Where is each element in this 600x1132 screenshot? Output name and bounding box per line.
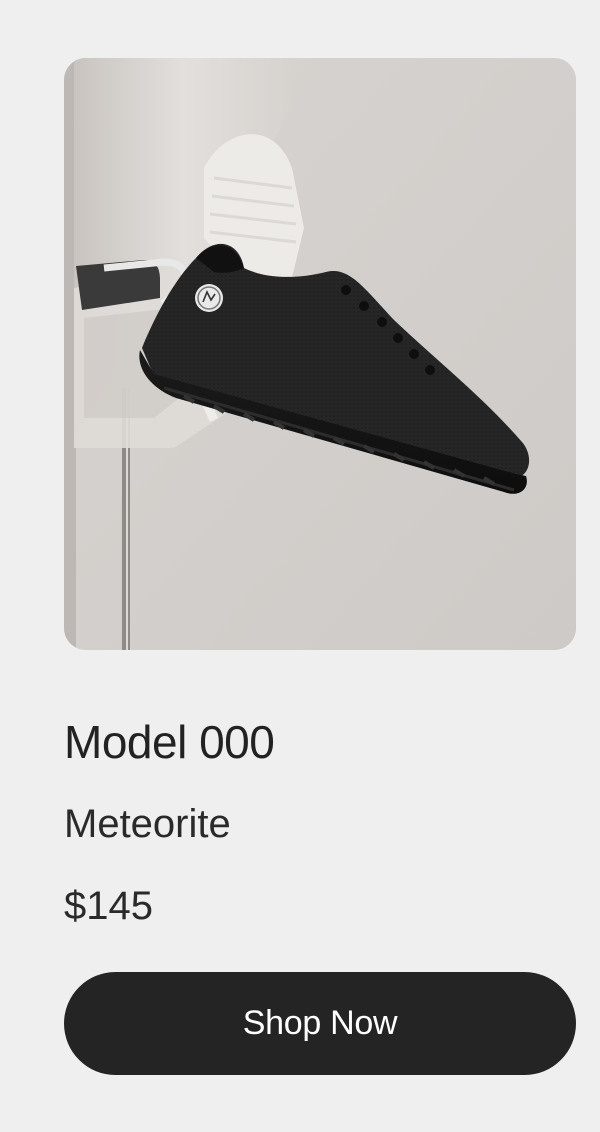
product-card: Model 000 Meteorite $145 Shop Now — [0, 0, 600, 1132]
sneaker-photo — [64, 58, 576, 650]
product-title[interactable]: Model 000 — [64, 712, 275, 772]
product-price: $145 — [64, 884, 153, 928]
product-colorway: Meteorite — [64, 802, 231, 846]
shop-now-button[interactable]: Shop Now — [64, 972, 576, 1075]
product-image[interactable] — [64, 58, 576, 650]
